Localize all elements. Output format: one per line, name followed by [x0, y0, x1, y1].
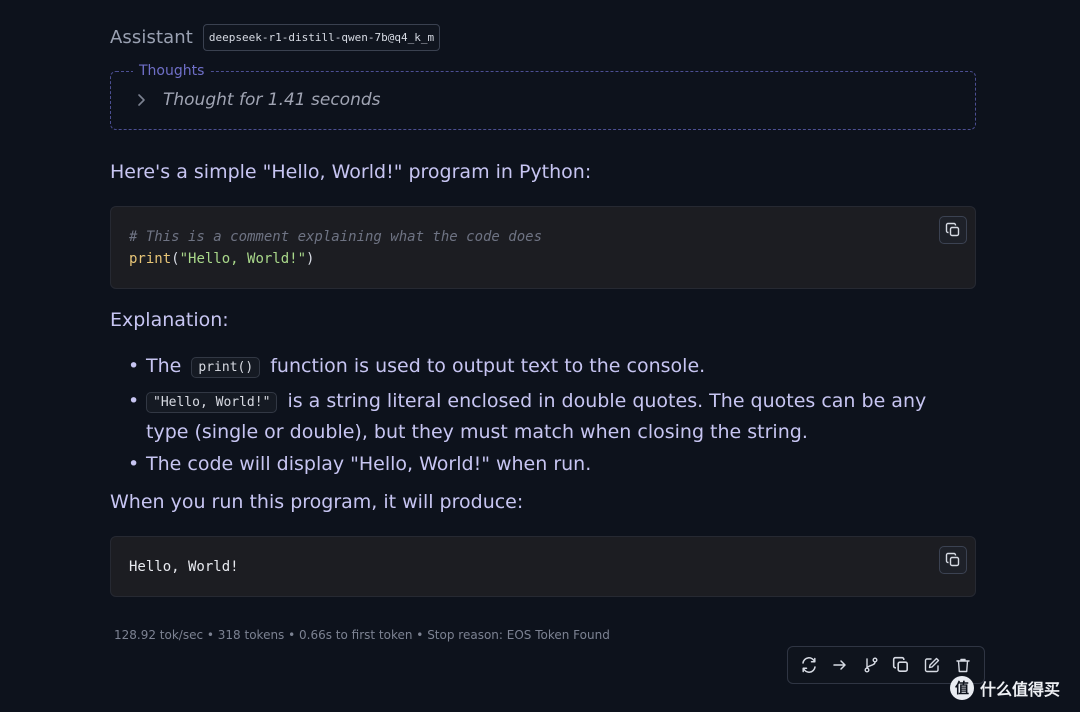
- bullet-text: function is used to output text to the c…: [264, 355, 706, 377]
- inline-code-string: "Hello, World!": [146, 392, 278, 413]
- regenerate-icon: [802, 657, 817, 673]
- chevron-right-icon[interactable]: [133, 92, 149, 108]
- code-line-2: print("Hello, World!"): [129, 248, 957, 270]
- generation-stats: 128.92 tok/sec • 318 tokens • 0.66s to f…: [114, 628, 610, 642]
- list-item: The print() function is used to output t…: [128, 352, 958, 383]
- role-label: Assistant: [110, 27, 193, 48]
- code-string: "Hello, World!": [179, 251, 307, 267]
- code-comment: # This is a comment explaining what the …: [129, 229, 543, 245]
- bullet-prefix: The: [146, 355, 188, 377]
- code-paren-open: (: [171, 251, 180, 267]
- branch-icon: [864, 657, 878, 673]
- inline-code-print: print(): [191, 357, 261, 378]
- thought-summary: Thought for 1.41 seconds: [163, 90, 381, 110]
- code-line-1: # This is a comment explaining what the …: [129, 226, 957, 248]
- copy-code-button[interactable]: [939, 216, 967, 244]
- regenerate-button[interactable]: [797, 653, 821, 677]
- copy-message-button[interactable]: [889, 653, 913, 677]
- branch-button[interactable]: [859, 653, 883, 677]
- message-header: Assistant deepseek-r1-distill-qwen-7b@q4…: [110, 24, 441, 51]
- output-intro-text: When you run this program, it will produ…: [110, 491, 524, 513]
- delete-button[interactable]: [951, 653, 975, 677]
- code-block-output: Hello, World!: [110, 536, 976, 597]
- list-item: The code will display "Hello, World!" wh…: [128, 450, 958, 478]
- edit-button[interactable]: [920, 653, 944, 677]
- bullet-text: The code will display "Hello, World!" wh…: [146, 453, 592, 475]
- copy-output-button[interactable]: [939, 546, 967, 574]
- copy-icon: [945, 222, 960, 237]
- watermark-logo: 值: [950, 676, 974, 700]
- model-badge[interactable]: deepseek-r1-distill-qwen-7b@q4_k_m: [202, 24, 441, 51]
- thoughts-panel[interactable]: Thoughts Thought for 1.41 seconds: [110, 63, 976, 130]
- intro-text: Here's a simple "Hello, World!" program …: [110, 161, 592, 183]
- chat-message: Assistant deepseek-r1-distill-qwen-7b@q4…: [0, 0, 1080, 712]
- thoughts-toggle[interactable]: Thought for 1.41 seconds: [133, 90, 381, 110]
- output-line: Hello, World!: [129, 559, 239, 575]
- copy-icon: [945, 552, 960, 567]
- code-block-python: # This is a comment explaining what the …: [110, 206, 976, 289]
- continue-button[interactable]: [828, 653, 852, 677]
- edit-icon: [924, 657, 940, 673]
- code-paren-close: ): [306, 251, 315, 267]
- thoughts-legend: Thoughts: [133, 63, 211, 79]
- delete-icon: [955, 658, 970, 673]
- list-item: "Hello, World!" is a string literal encl…: [128, 387, 958, 446]
- copy-icon: [893, 656, 909, 672]
- continue-icon: [833, 660, 846, 670]
- code-function: print: [129, 251, 172, 267]
- watermark: 值 什么值得买: [950, 676, 1060, 700]
- watermark-text: 什么值得买: [980, 680, 1061, 699]
- explanation-heading: Explanation:: [110, 309, 229, 331]
- explanation-list: The print() function is used to output t…: [128, 352, 958, 482]
